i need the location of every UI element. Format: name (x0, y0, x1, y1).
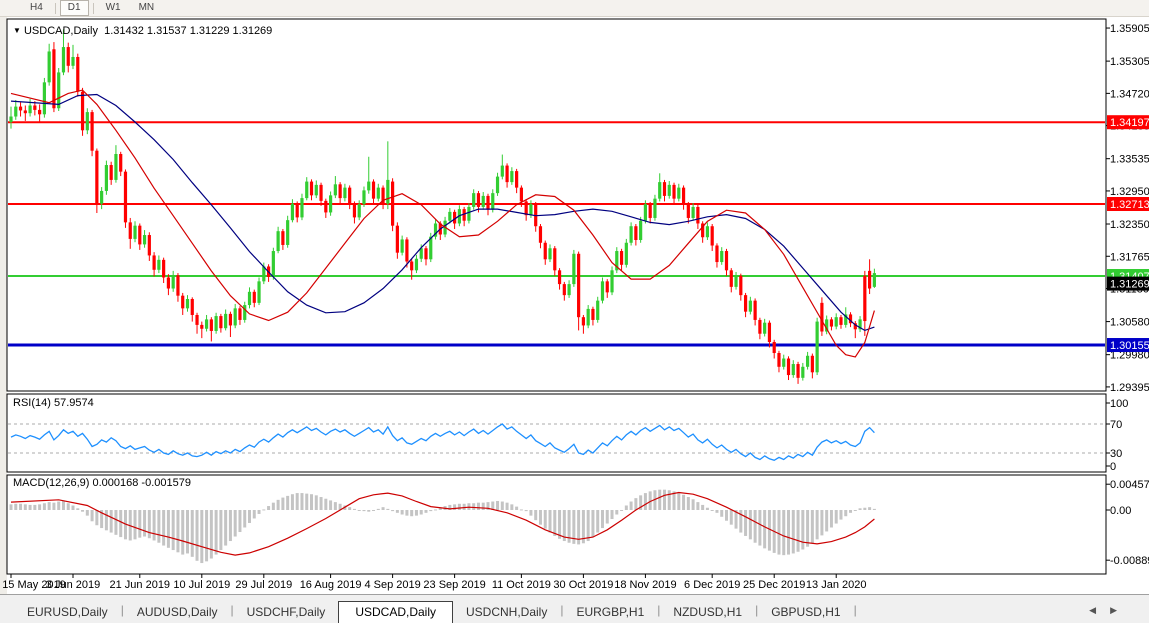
terminal-window: H4 D1 W1 MN 1.359051.353051.347201.34135… (0, 0, 1149, 623)
svg-text:1.32950: 1.32950 (1110, 186, 1149, 198)
chart-canvas[interactable]: 1.359051.353051.347201.341351.335351.329… (0, 17, 1149, 594)
rsi-axis-label: 0 (1110, 461, 1116, 473)
time-axis-label: 30 Oct 2019 (553, 579, 613, 591)
svg-text:1.32713: 1.32713 (1110, 199, 1149, 211)
price-badge: 1.30155 (1107, 338, 1149, 352)
tab-scroll-right-icon[interactable]: ▶ (1110, 605, 1131, 615)
time-axis-label: 21 Jun 2019 (110, 579, 171, 591)
toolbar-separator (55, 3, 56, 14)
price-badge: 1.31269 (1107, 277, 1149, 291)
chart-area: 1.359051.353051.347201.341351.335351.329… (0, 17, 1149, 594)
macd-axis-label: 0.004572 (1110, 479, 1149, 491)
macd-axis-label: 0.00 (1110, 505, 1131, 517)
svg-text:1.31269: 1.31269 (1110, 279, 1149, 291)
symbol-tab-eurusd[interactable]: EURUSD,Daily (14, 602, 121, 623)
symbol-tab-usdcnh[interactable]: USDCNH,Daily (453, 602, 560, 623)
svg-text:1.35905: 1.35905 (1110, 23, 1149, 35)
svg-text:1.29395: 1.29395 (1110, 382, 1149, 394)
rsi-axis-label: 100 (1110, 398, 1128, 410)
timeframe-button-d1[interactable]: D1 (60, 0, 89, 16)
tab-scroll-arrows: ◀▶ (1089, 605, 1131, 616)
tab-scroll-left-icon[interactable]: ◀ (1089, 605, 1110, 615)
price-badge: 1.34197 (1107, 115, 1149, 129)
symbol-tab-nzdusd[interactable]: NZDUSD,H1 (660, 602, 755, 623)
time-axis-label: 29 Jul 2019 (235, 579, 292, 591)
time-axis-label: 23 Sep 2019 (423, 579, 485, 591)
svg-text:1.35305: 1.35305 (1110, 56, 1149, 68)
symbol-tab-usdchf[interactable]: USDCHF,Daily (234, 602, 339, 623)
svg-text:1.34197: 1.34197 (1110, 117, 1149, 129)
time-axis-label: 25 Dec 2019 (743, 579, 805, 591)
price-badge: 1.32713 (1107, 197, 1149, 211)
svg-text:1.31765: 1.31765 (1110, 251, 1149, 263)
tab-separator: | (854, 603, 857, 617)
svg-text:1.30155: 1.30155 (1110, 340, 1149, 352)
symbol-tabs: EURUSD,Daily|AUDUSD,Daily|USDCHF,DailyUS… (14, 599, 857, 623)
macd-axis-label: -0.008893 (1110, 555, 1149, 567)
symbol-tab-bar: EURUSD,Daily|AUDUSD,Daily|USDCHF,DailyUS… (0, 594, 1149, 623)
symbol-tab-audusd[interactable]: AUDUSD,Daily (124, 602, 231, 623)
svg-text:1.32350: 1.32350 (1110, 219, 1149, 231)
svg-text:1.30580: 1.30580 (1110, 317, 1149, 329)
timeframe-toolbar: H4 D1 W1 MN (0, 0, 1149, 17)
rsi-axis-label: 70 (1110, 419, 1122, 431)
symbol-tab-eurgbp[interactable]: EURGBP,H1 (563, 602, 657, 623)
time-axis-label: 6 Dec 2019 (684, 579, 740, 591)
time-axis-label: 10 Jul 2019 (173, 579, 230, 591)
toolbar-separator (93, 3, 94, 14)
symbol-tab-gbpusd[interactable]: GBPUSD,H1 (758, 602, 853, 623)
svg-text:1.33535: 1.33535 (1110, 154, 1149, 166)
time-axis-label: 16 Aug 2019 (300, 579, 362, 591)
timeframe-button-mn[interactable]: MN (131, 0, 163, 16)
timeframe-button-h4[interactable]: H4 (22, 0, 51, 16)
timeframe-button-w1[interactable]: W1 (98, 0, 129, 16)
symbol-tab-usdcad[interactable]: USDCAD,Daily (338, 601, 453, 623)
rsi-axis-label: 30 (1110, 448, 1122, 460)
time-axis-label: 13 Jan 2020 (806, 579, 867, 591)
time-axis-label: 3 Jun 2019 (46, 579, 100, 591)
rsi-pane (7, 394, 1106, 472)
svg-text:1.34720: 1.34720 (1110, 88, 1149, 100)
time-axis-label: 11 Oct 2019 (492, 579, 551, 591)
time-axis-label: 18 Nov 2019 (614, 579, 676, 591)
time-axis-label: 4 Sep 2019 (364, 579, 420, 591)
